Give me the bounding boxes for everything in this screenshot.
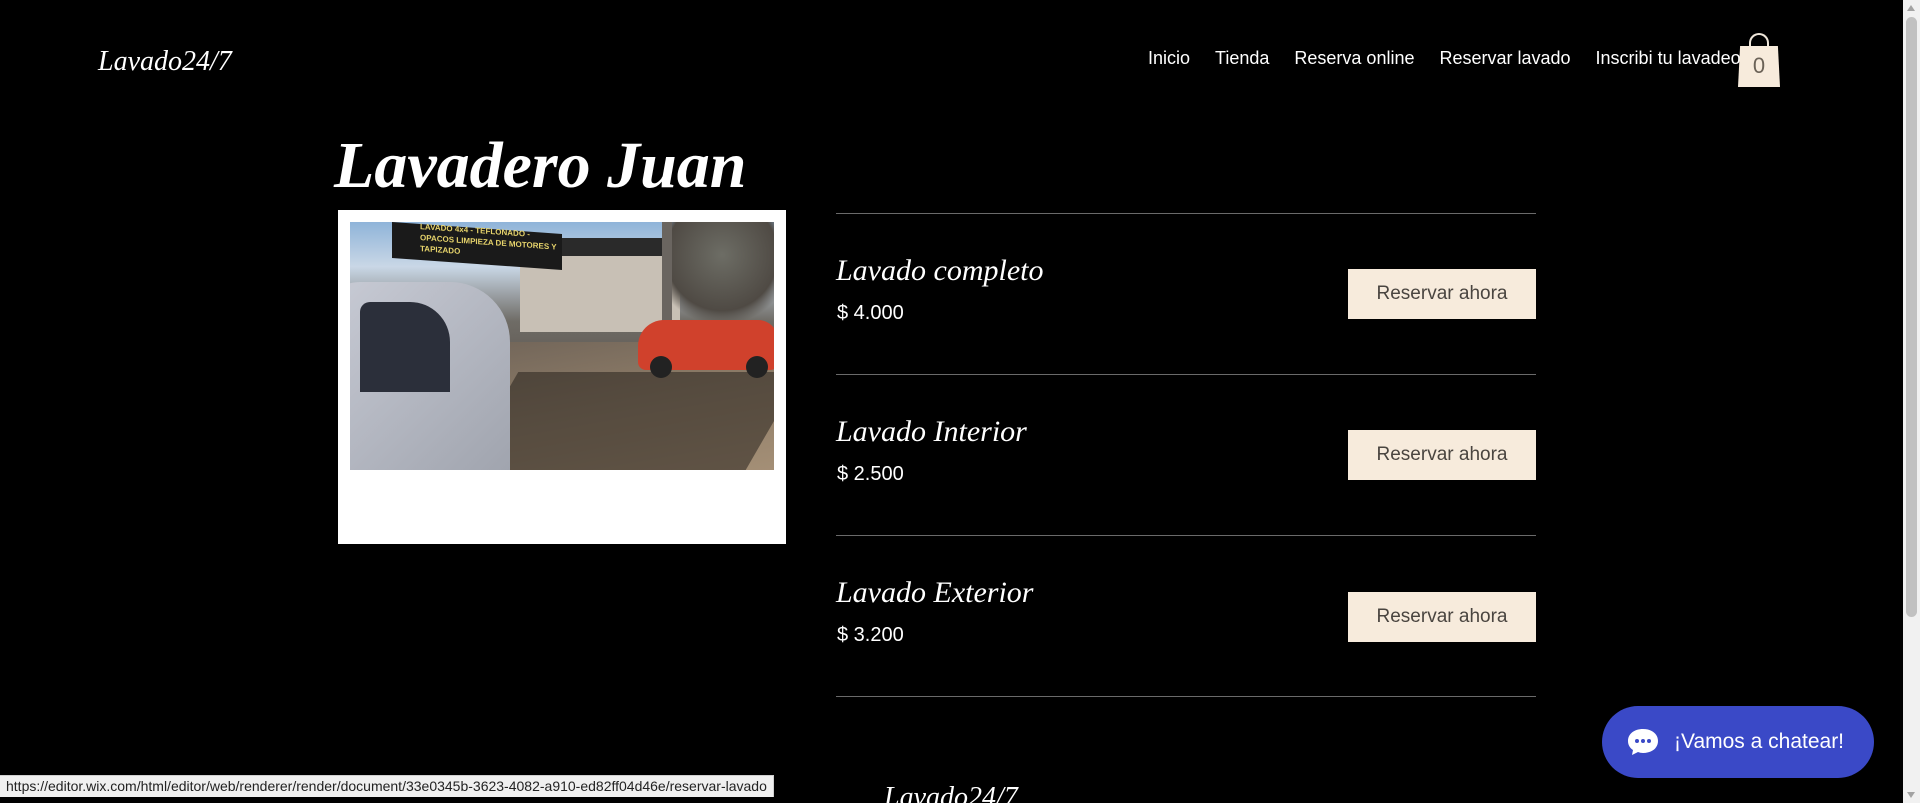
reserve-button[interactable]: Reservar ahora bbox=[1348, 592, 1536, 642]
main-nav: Inicio Tienda Reserva online Reservar la… bbox=[1148, 48, 1747, 69]
service-price: $ 3.200 bbox=[837, 624, 904, 646]
divider bbox=[836, 213, 1536, 214]
page-title: Lavadero Juan bbox=[334, 129, 747, 202]
scroll-up-arrow-icon[interactable] bbox=[1907, 5, 1915, 11]
service-name: Lavado completo bbox=[836, 254, 1044, 287]
chat-bubble-icon bbox=[1628, 729, 1658, 755]
vertical-scrollbar[interactable] bbox=[1903, 0, 1920, 803]
reserve-button[interactable]: Reservar ahora bbox=[1348, 430, 1536, 480]
chat-button[interactable]: ¡Vamos a chatear! bbox=[1602, 706, 1874, 778]
service-price: $ 4.000 bbox=[837, 302, 904, 324]
divider bbox=[836, 696, 1536, 697]
status-bar-url: https://editor.wix.com/html/editor/web/r… bbox=[0, 775, 774, 797]
nav-item-reserva-online[interactable]: Reserva online bbox=[1294, 48, 1414, 69]
footer-logo[interactable]: Lavado24/7 bbox=[884, 782, 1018, 803]
cart-button[interactable]: 0 bbox=[1738, 33, 1780, 87]
nav-item-reservar-lavado[interactable]: Reservar lavado bbox=[1439, 48, 1570, 69]
scroll-down-arrow-icon[interactable] bbox=[1907, 792, 1915, 798]
car-wash-photo: LAVADO 4x4 - TEFLONADO - OPACOS LIMPIEZA… bbox=[350, 222, 774, 470]
photo-card: LAVADO 4x4 - TEFLONADO - OPACOS LIMPIEZA… bbox=[338, 210, 786, 544]
scrollbar-thumb[interactable] bbox=[1906, 17, 1917, 617]
cart-count: 0 bbox=[1752, 53, 1766, 78]
service-price: $ 2.500 bbox=[837, 463, 904, 485]
divider bbox=[836, 374, 1536, 375]
divider bbox=[836, 535, 1536, 536]
service-name: Lavado Interior bbox=[836, 415, 1027, 448]
nav-item-inicio[interactable]: Inicio bbox=[1148, 48, 1190, 69]
chat-label: ¡Vamos a chatear! bbox=[1674, 730, 1845, 753]
nav-item-tienda[interactable]: Tienda bbox=[1215, 48, 1269, 69]
service-name: Lavado Exterior bbox=[836, 576, 1034, 609]
site-logo[interactable]: Lavado24/7 bbox=[98, 46, 232, 78]
nav-item-inscribi-lavadeor[interactable]: Inscribi tu lavadeor bbox=[1596, 48, 1747, 69]
reserve-button[interactable]: Reservar ahora bbox=[1348, 269, 1536, 319]
